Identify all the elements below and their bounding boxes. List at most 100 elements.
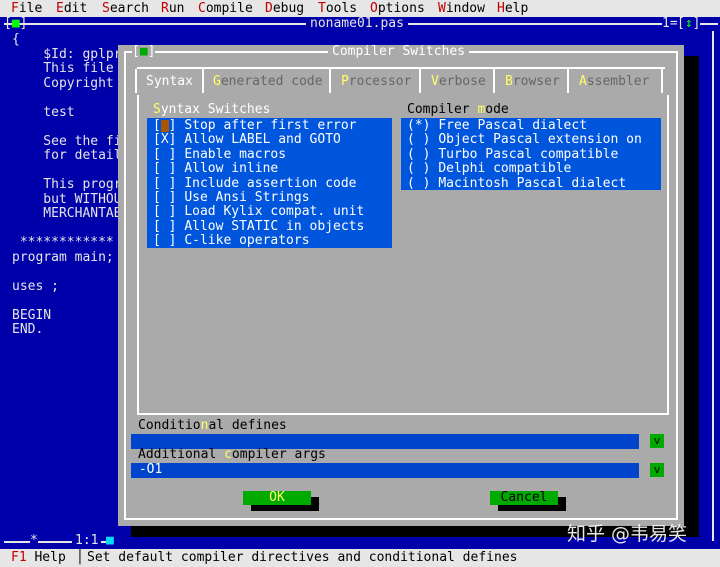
radio-button[interactable]: ( ) — [407, 147, 430, 162]
syntax-switches-list: [ ] Stop after first error [X] Allow LABE… — [147, 118, 392, 248]
compiler-mode-item[interactable]: (*) Free Pascal dialect — [407, 118, 588, 134]
tab-hotkey: P — [341, 74, 349, 89]
syntax-switches-title: Syntax Switches — [153, 102, 271, 117]
tab-label: Verbose — [431, 74, 486, 90]
additional-args-history-button[interactable]: v — [650, 463, 664, 477]
code-line: for detail — [12, 148, 122, 163]
menu-hotkey: H — [497, 1, 505, 16]
checkbox[interactable]: [X] — [153, 132, 176, 148]
compiler-mode-item[interactable]: ( ) Macintosh Pascal dialect — [407, 175, 627, 192]
cancel-button[interactable]: Cancel — [490, 491, 558, 505]
checkbox[interactable]: [ ] — [153, 233, 176, 248]
additional-args-label: Additional compiler args — [138, 447, 326, 462]
menu-hotkey: D — [265, 1, 273, 16]
menu-file[interactable]: File — [11, 1, 43, 17]
editor-close-button[interactable]: [■] — [4, 16, 27, 32]
editor-title: noname01.pas — [306, 16, 408, 32]
additional-args-input[interactable]: -O1 — [131, 462, 639, 478]
code-line: MERCHANTAB — [12, 206, 122, 221]
syntax-switch-item[interactable]: [ ] Allow inline — [153, 161, 278, 177]
menu-label: ptions — [377, 1, 425, 16]
option-label: Free Pascal dialect — [438, 118, 588, 133]
checkbox[interactable]: [ ] — [153, 204, 176, 220]
checkbox[interactable]: [ ] — [153, 176, 176, 191]
syntax-switch-item[interactable]: [ ] Include assertion code — [153, 175, 357, 192]
tab-syntax[interactable]: Syntax — [137, 69, 201, 95]
editor-zoom-button[interactable]: [↕] — [677, 16, 701, 32]
option-label: Object Pascal extension on — [438, 132, 642, 148]
compiler-mode-item[interactable]: ( ) Delphi compatible — [407, 161, 571, 177]
syntax-switch-item[interactable]: [X] Allow LABEL and GOTO — [153, 133, 341, 148]
help-hint[interactable]: F1 Help — [11, 550, 66, 566]
syntax-switch-item[interactable]: [ ] Enable macros — [153, 146, 287, 163]
menu-edit[interactable]: Edit — [56, 1, 88, 17]
code-line: END. — [12, 322, 44, 337]
menu-compile[interactable]: Compile — [198, 1, 253, 17]
editor-window-number: 1= — [662, 16, 678, 32]
cancel-button-label: Cancel — [490, 491, 558, 505]
ok-button[interactable]: OK — [243, 491, 311, 505]
syntax-switch-item[interactable]: [ ] Stop after first error — [153, 118, 357, 134]
tab-label: Processor — [341, 74, 411, 90]
status-message: Set default compiler directives and cond… — [87, 550, 518, 565]
code-line: This progr — [12, 177, 122, 192]
option-label: C-like operators — [184, 233, 310, 249]
syntax-switch-item[interactable]: [ ] C-like operators — [153, 233, 310, 249]
option-label: Stop after first error — [184, 118, 357, 133]
option-label: Include assertion code — [184, 175, 357, 191]
menu-label: ile — [18, 1, 43, 16]
menu-window[interactable]: Window — [438, 1, 485, 17]
code-line: uses ; — [12, 278, 59, 294]
tab-text: erbose — [438, 74, 486, 89]
menu-search[interactable]: Search — [102, 1, 149, 17]
tab-hotkey: G — [213, 74, 221, 89]
tab-verbose[interactable]: Verbose — [422, 69, 492, 95]
radio-button[interactable]: ( ) — [407, 161, 430, 176]
option-label: Macintosh Pascal dialect — [438, 175, 627, 191]
radio-button[interactable]: (*) — [407, 118, 430, 133]
syntax-switch-item[interactable]: [ ] Use Ansi Strings — [153, 190, 310, 206]
tab-separator — [493, 69, 495, 93]
compiler-mode-item[interactable]: ( ) Object Pascal extension on — [407, 133, 642, 148]
option-label: Allow STATIC in objects — [184, 218, 365, 234]
compiler-mode-item[interactable]: ( ) Turbo Pascal compatible — [407, 147, 618, 163]
tab-browser[interactable]: Browser — [496, 69, 566, 95]
dialog-close-button[interactable]: [■] — [132, 44, 156, 60]
menu-hotkey: W — [438, 1, 446, 16]
menu-help[interactable]: Help — [497, 1, 529, 17]
menu-run[interactable]: Run — [161, 1, 184, 17]
tab-assembler[interactable]: Assembler — [570, 69, 660, 95]
tab-processor[interactable]: Processor — [332, 69, 418, 95]
tab-hotkey: V — [431, 74, 439, 89]
menu-options[interactable]: Options — [370, 1, 425, 17]
horizontal-scroll-thumb[interactable]: ■ — [106, 533, 114, 549]
tab-text: ssembler — [586, 74, 650, 89]
tab-text: Syntax — [146, 74, 193, 89]
code-line: test — [12, 104, 75, 120]
dialog-frame-left — [124, 51, 126, 520]
checkbox[interactable]: [ ] — [153, 147, 176, 162]
conditional-defines-history-button[interactable]: v — [650, 434, 664, 448]
menu-debug[interactable]: Debug — [265, 1, 304, 17]
tab-generated-code[interactable]: Generated code — [204, 69, 328, 95]
checkbox[interactable]: [ ] — [153, 190, 176, 205]
syntax-switch-item[interactable]: [ ] Load Kylix compat. unit — [153, 205, 364, 220]
menu-label: elp — [504, 1, 529, 16]
menu-label: dit — [63, 1, 88, 16]
code-line: program main; — [12, 249, 114, 265]
code-line: BEGIN — [12, 307, 52, 323]
option-label: Enable macros — [184, 146, 287, 162]
tab-strip-top-line — [137, 67, 665, 69]
option-label: Load Kylix compat. unit — [184, 204, 365, 220]
checkbox[interactable]: [ ] — [153, 219, 176, 234]
syntax-switch-item[interactable]: [ ] Allow STATIC in objects — [153, 218, 365, 235]
radio-button[interactable]: ( ) — [407, 132, 430, 148]
menu-label: ompile — [205, 1, 253, 16]
checkbox[interactable]: [ ] — [153, 161, 176, 176]
tab-separator — [567, 69, 569, 93]
menu-tools[interactable]: Tools — [318, 1, 357, 17]
radio-button[interactable]: ( ) — [407, 176, 430, 191]
compiler-mode-title: Compiler mode — [407, 102, 509, 117]
dialog-frame-right — [676, 51, 678, 520]
tab-label: Assembler — [579, 74, 650, 90]
